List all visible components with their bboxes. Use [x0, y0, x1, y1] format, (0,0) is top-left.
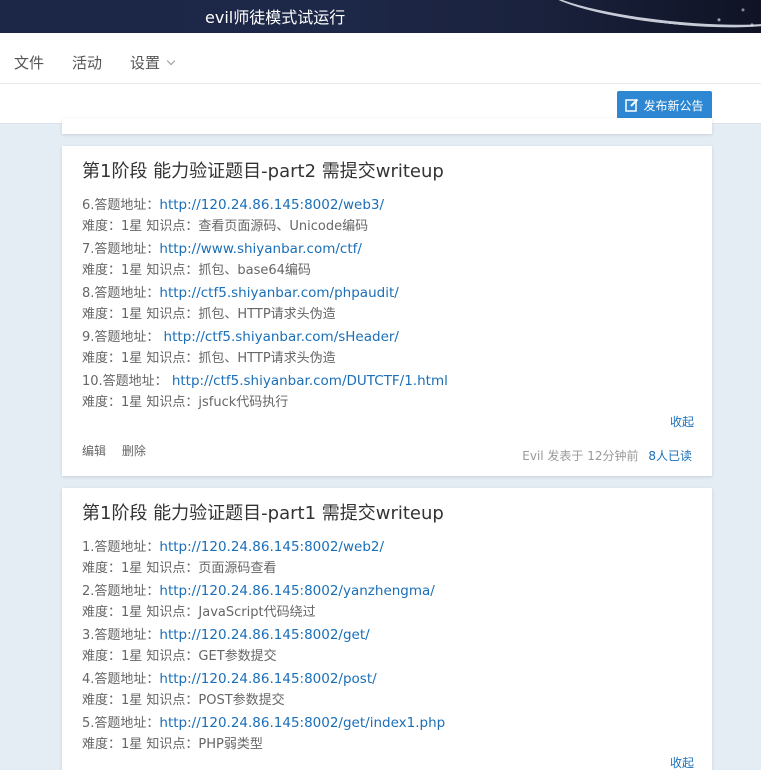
announcement-card-previous: [62, 118, 712, 134]
announcement-card: 第1阶段 能力验证题目-part1 需提交writeup 1.答题地址：http…: [62, 488, 712, 770]
app-title: evil师徒模式试运行: [205, 8, 346, 27]
difficulty-line: 难度：1星 知识点：POST参数提交: [82, 693, 285, 708]
task-line: 6.答题地址：http://120.24.86.145:8002/web3/: [82, 194, 692, 216]
delete-button[interactable]: 删除: [122, 444, 146, 458]
announcement-meta: Evil 发表于 12分钟前 8人已读: [522, 447, 692, 464]
announcement-body: 6.答题地址：http://120.24.86.145:8002/web3/ 难…: [82, 194, 692, 414]
task-label: 10.答题地址：: [82, 374, 172, 389]
read-count-link[interactable]: 8人已读: [648, 449, 692, 463]
difficulty-line: 难度：1星 知识点：PHP弱类型: [82, 737, 263, 752]
difficulty-line: 难度：1星 知识点：查看页面源码、Unicode编码: [82, 219, 369, 234]
task-label: 8.答题地址：: [82, 286, 160, 301]
menu-settings[interactable]: 设置: [130, 52, 176, 73]
task-line: 1.答题地址：http://120.24.86.145:8002/web2/: [82, 536, 692, 558]
task-link[interactable]: http://ctf5.shiyanbar.com/phpaudit/: [159, 285, 398, 301]
task-line: 8.答题地址：http://ctf5.shiyanbar.com/phpaudi…: [82, 282, 692, 304]
difficulty-line: 难度：1星 知识点：抓包、HTTP请求头伪造: [82, 351, 336, 366]
task-label: 9.答题地址：: [82, 330, 164, 345]
task-line: 4.答题地址：http://120.24.86.145:8002/post/: [82, 668, 692, 690]
task-link[interactable]: http://120.24.86.145:8002/get/index1.php: [159, 715, 445, 731]
collapse-link[interactable]: 收起: [670, 754, 694, 770]
task-label: 7.答题地址：: [82, 242, 160, 257]
task-line: 9.答题地址： http://ctf5.shiyanbar.com/sHeade…: [82, 326, 692, 348]
task-link[interactable]: http://www.shiyanbar.com/ctf/: [159, 241, 362, 257]
menu-bar: 文件 活动 设置: [0, 33, 761, 84]
task-link[interactable]: http://ctf5.shiyanbar.com/DUTCTF/1.html: [172, 373, 448, 389]
task-label: 4.答题地址：: [82, 672, 160, 687]
edit-icon: [625, 98, 639, 112]
menu-activity[interactable]: 活动: [72, 52, 102, 73]
edit-button[interactable]: 编辑: [82, 444, 106, 458]
chevron-down-icon: [166, 56, 176, 66]
task-line: 10.答题地址： http://ctf5.shiyanbar.com/DUTCT…: [82, 370, 692, 392]
task-line: 3.答题地址：http://120.24.86.145:8002/get/: [82, 624, 692, 646]
difficulty-line: 难度：1星 知识点：抓包、HTTP请求头伪造: [82, 307, 336, 322]
task-link[interactable]: http://120.24.86.145:8002/get/: [159, 627, 369, 643]
difficulty-line: 难度：1星 知识点：抓包、base64编码: [82, 263, 311, 278]
menu-settings-label: 设置: [130, 54, 161, 72]
task-link[interactable]: http://120.24.86.145:8002/yanzhengma/: [159, 583, 434, 599]
task-link[interactable]: http://120.24.86.145:8002/post/: [159, 671, 376, 687]
publish-announcement-label: 发布新公告: [643, 98, 704, 113]
publish-announcement-button[interactable]: 发布新公告: [617, 91, 712, 119]
task-link[interactable]: http://120.24.86.145:8002/web3/: [159, 197, 384, 213]
difficulty-line: 难度：1星 知识点：页面源码查看: [82, 561, 277, 576]
task-label: 6.答题地址：: [82, 198, 160, 213]
difficulty-line: 难度：1星 知识点：jsfuck代码执行: [82, 395, 289, 410]
task-link[interactable]: http://ctf5.shiyanbar.com/sHeader/: [164, 329, 399, 345]
announcement-title: 第1阶段 能力验证题目-part2 需提交writeup: [82, 161, 444, 182]
task-line: 7.答题地址：http://www.shiyanbar.com/ctf/: [82, 238, 692, 260]
header-stars: [701, 0, 761, 33]
difficulty-line: 难度：1星 知识点：GET参数提交: [82, 649, 277, 664]
app-header: evil师徒模式试运行: [0, 0, 761, 33]
task-line: 2.答题地址：http://120.24.86.145:8002/yanzhen…: [82, 580, 692, 602]
announcement-card: 第1阶段 能力验证题目-part2 需提交writeup 6.答题地址：http…: [62, 146, 712, 476]
task-label: 5.答题地址：: [82, 716, 160, 731]
collapse-link[interactable]: 收起: [670, 413, 694, 430]
menu-file[interactable]: 文件: [14, 52, 44, 73]
task-link[interactable]: http://120.24.86.145:8002/web2/: [159, 539, 384, 555]
task-label: 2.答题地址：: [82, 584, 160, 599]
task-label: 3.答题地址：: [82, 628, 160, 643]
difficulty-line: 难度：1星 知识点：JavaScript代码绕过: [82, 605, 316, 620]
announcement-actions: 编辑 删除: [82, 442, 158, 459]
task-line: 5.答题地址：http://120.24.86.145:8002/get/ind…: [82, 712, 692, 734]
announcement-title: 第1阶段 能力验证题目-part1 需提交writeup: [82, 503, 444, 524]
task-label: 1.答题地址：: [82, 540, 160, 555]
announcement-body: 1.答题地址：http://120.24.86.145:8002/web2/ 难…: [82, 536, 692, 756]
posted-info: Evil 发表于 12分钟前: [522, 449, 639, 463]
